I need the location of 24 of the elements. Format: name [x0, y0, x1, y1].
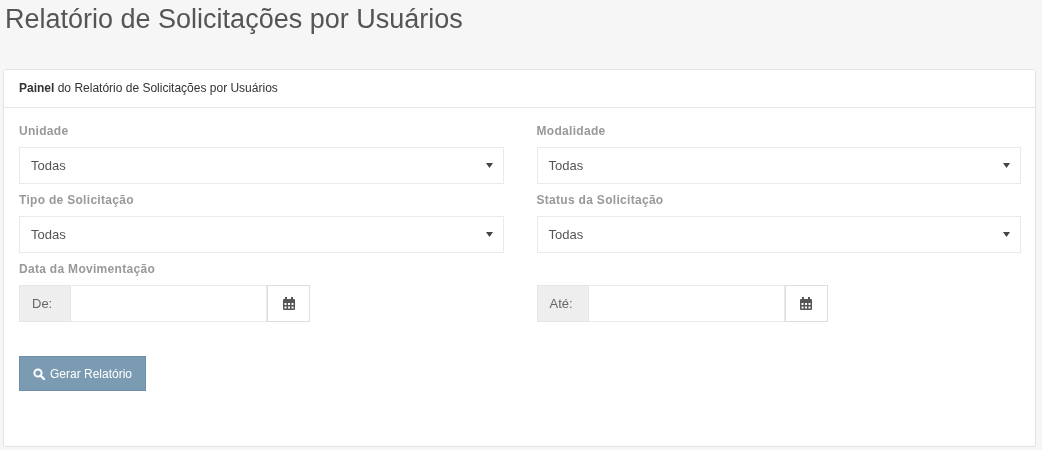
date-input[interactable] [588, 285, 785, 322]
caret-icon [485, 232, 493, 237]
field-label: Status da Solicitação [536, 193, 665, 209]
calendar-icon [800, 297, 812, 310]
calendar-button[interactable] [267, 285, 310, 322]
calendar-icon [282, 297, 295, 310]
panel-heading: Painel do Relatório de Solicitações por Usuários [4, 70, 1035, 108]
select-field[interactable]: Todas [19, 216, 504, 253]
page-title: Relatório de Solicitações por Usuários [4, 3, 464, 36]
select-field[interactable]: Todas [19, 147, 504, 184]
date-input[interactable] [71, 285, 267, 322]
search-icon [33, 367, 45, 380]
select-field[interactable]: Todas [536, 216, 1021, 253]
caret-icon [485, 163, 493, 168]
field-label: Tipo de Solicitação [19, 193, 135, 209]
calendar-button[interactable] [784, 285, 828, 322]
field-addon: Até: [536, 285, 589, 322]
caret-icon [1003, 232, 1010, 237]
field-addon: De: [19, 285, 71, 322]
field-label: Unidade [19, 124, 70, 140]
select-field[interactable]: Todas [536, 147, 1021, 184]
field-label: Data da Movimentação [19, 262, 157, 278]
caret-icon [1003, 163, 1010, 168]
field-label: Modalidade [536, 124, 607, 140]
